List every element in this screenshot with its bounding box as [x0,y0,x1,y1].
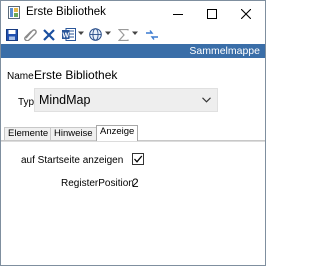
register-position-field[interactable]: 2 [132,176,139,190]
type-label: Typ [18,97,35,108]
name-label: Name [7,71,34,82]
svg-text:W: W [62,32,69,39]
attach-icon [24,29,37,41]
minimize-button[interactable] [161,1,195,26]
show-on-start-label: auf Startseite anzeigen [21,155,124,166]
save-icon [5,28,18,41]
register-position-label: RegisterPosition [61,178,134,189]
checkmark-icon [134,155,143,163]
sum-icon [117,28,129,41]
delete-icon [42,28,55,41]
library-window: Erste Bibliothek W Sammelmappe Name Erst… [0,0,266,266]
type-select[interactable]: MindMap [34,88,218,112]
globe-icon [89,28,102,41]
web-button[interactable] [88,27,103,42]
app-icon [8,6,20,19]
word-export-icon: W [61,28,76,41]
show-on-start-checkbox[interactable] [132,153,144,165]
window-title: Erste Bibliothek [26,6,106,18]
close-icon [241,8,251,19]
tab-hinweise[interactable]: Hinweise [50,127,97,140]
word-export-button[interactable]: W [61,27,76,42]
tab-anzeige[interactable]: Anzeige [96,125,139,141]
sum-button[interactable] [116,27,130,42]
title-bar: Erste Bibliothek [1,1,265,26]
toolbar: W [1,26,265,43]
save-button[interactable] [4,27,19,42]
section-title: Sammelmappe [189,45,260,57]
tab-bar: Elemente Hinweise Anzeige [1,125,265,141]
close-button[interactable] [229,1,263,26]
tab-elemente[interactable]: Elemente [4,127,53,140]
web-dropdown-icon[interactable] [105,30,111,36]
section-header: Sammelmappe [1,44,265,58]
chevron-down-icon [202,97,211,103]
delete-button[interactable] [41,27,56,42]
word-export-dropdown-icon[interactable] [78,30,84,36]
maximize-icon [207,8,217,19]
name-field[interactable]: Erste Bibliothek [34,68,117,82]
attach-button[interactable] [22,27,38,42]
maximize-button[interactable] [195,1,229,26]
link-button[interactable] [144,27,160,42]
link-icon [146,29,158,40]
minimize-icon [173,13,183,15]
sum-dropdown-icon[interactable] [132,30,138,36]
type-select-value: MindMap [39,93,91,107]
